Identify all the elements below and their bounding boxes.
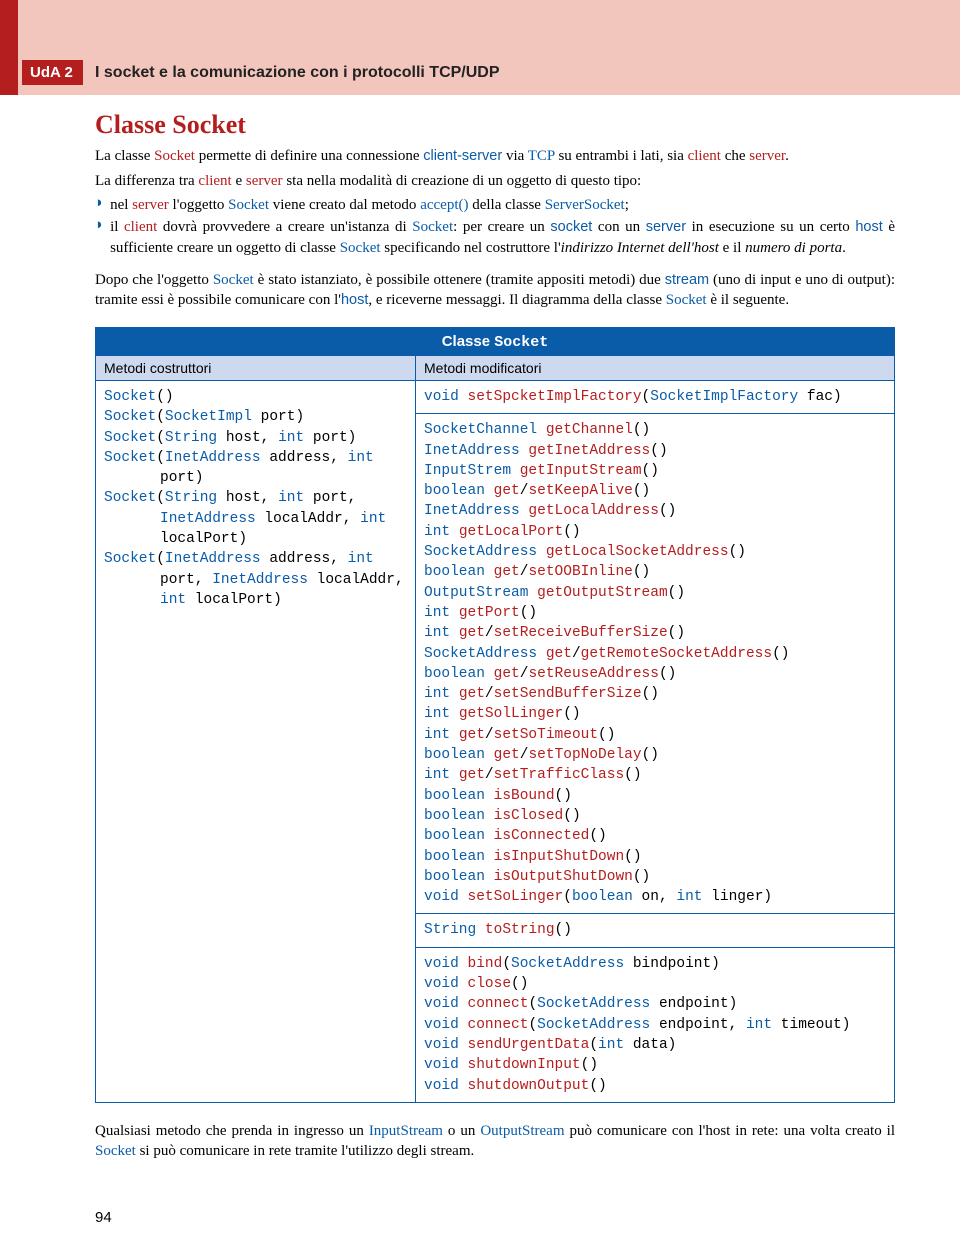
modifiers-header: Metodi modificatori [416, 356, 894, 381]
page-number: 94 [95, 1209, 112, 1226]
constructors-header: Metodi costruttori [96, 356, 415, 381]
para-2: La differenza tra client e server sta ne… [95, 171, 895, 191]
bullet-icon: ◗ [95, 195, 104, 215]
mod-group-4: void bind(SocketAddress bindpoint)void c… [416, 948, 894, 1102]
section-heading: Classe Socket [95, 110, 895, 140]
para-1: La classe Socket permette di definire un… [95, 146, 895, 167]
para-3: Dopo che l'oggetto Socket è stato istanz… [95, 270, 895, 311]
main-content: Classe Socket La classe Socket permette … [95, 110, 895, 1165]
header-title: I socket e la comunicazione con i protoc… [95, 64, 500, 82]
constructors-column: Metodi costruttori Socket()Socket(Socket… [96, 356, 416, 1102]
class-table: Classe Socket Metodi costruttori Socket(… [95, 327, 895, 1103]
mod-group-3: String toString() [416, 914, 894, 947]
red-stripe [0, 0, 18, 95]
bullet-2: ◗ il client dovrà provvedere a creare un… [95, 217, 895, 258]
mod-group-2: SocketChannel getChannel()InetAddress ge… [416, 414, 894, 914]
uda-label: UdA 2 [22, 60, 83, 85]
constructors-cell: Socket()Socket(SocketImpl port)Socket(St… [96, 381, 415, 616]
para-4: Qualsiasi metodo che prenda in ingresso … [95, 1121, 895, 1162]
mod-group-1: void setSpcketImplFactory(SocketImplFact… [416, 381, 894, 414]
bullet-icon: ◗ [95, 217, 104, 258]
table-title: Classe Socket [96, 328, 894, 356]
bullet-1: ◗ nel server l'oggetto Socket viene crea… [95, 195, 895, 215]
modifiers-column: Metodi modificatori void setSpcketImplFa… [416, 356, 894, 1102]
